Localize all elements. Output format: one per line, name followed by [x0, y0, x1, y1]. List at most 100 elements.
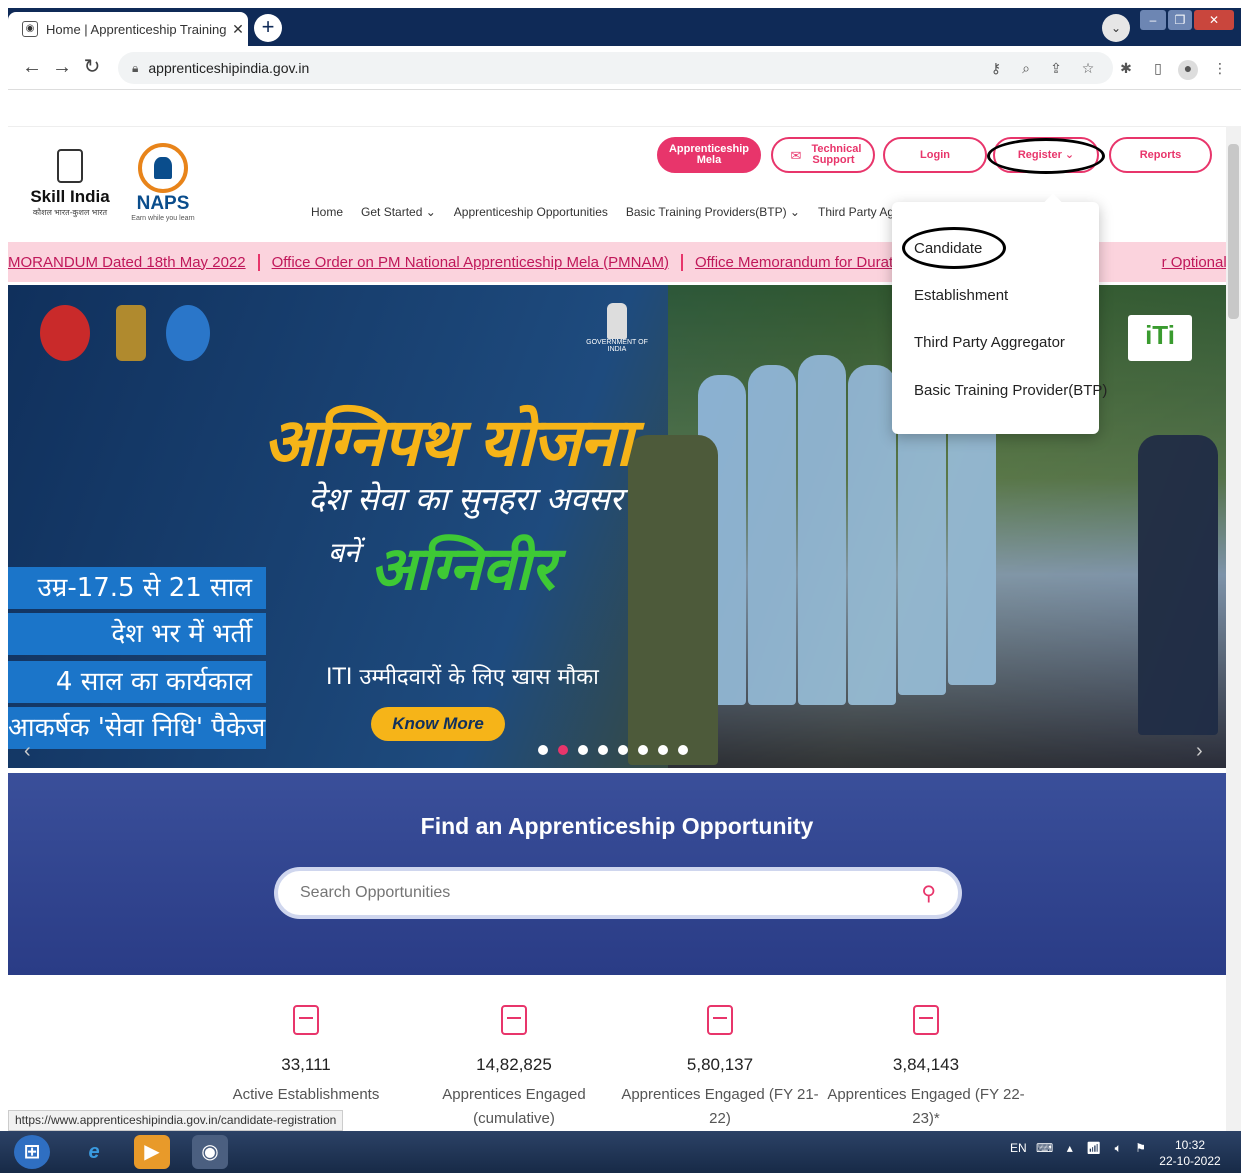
- profile-avatar-icon[interactable]: ●: [1178, 60, 1198, 80]
- mail-icon: ✉: [790, 147, 802, 163]
- search-box[interactable]: ⚲: [274, 867, 962, 919]
- know-more-button[interactable]: Know More: [371, 707, 505, 741]
- hero-info-bar: आकर्षक 'सेवा निधि' पैकेज: [8, 707, 266, 749]
- stat-value: 14,82,825: [476, 1055, 552, 1074]
- hero-title: अग्निपथ योजना: [263, 404, 632, 481]
- nav-apprenticeship-opportunities[interactable]: Apprenticeship Opportunities: [454, 205, 608, 219]
- commando-figure: [628, 435, 718, 765]
- carousel-dot[interactable]: [538, 745, 548, 755]
- extensions-puzzle-icon[interactable]: ✱: [1116, 60, 1136, 80]
- stat-value: 3,84,143: [892, 1055, 960, 1074]
- back-arrow-icon[interactable]: ←: [20, 56, 44, 80]
- document-icon: [293, 1005, 319, 1035]
- maximize-window-button[interactable]: ❐: [1168, 10, 1192, 30]
- reload-icon[interactable]: ↻: [80, 56, 104, 80]
- system-tray: EN ⌨ ▴ 📶︎ 🔈︎ ⚑: [1010, 1141, 1146, 1156]
- volume-icon[interactable]: 🔈︎: [1115, 1141, 1122, 1155]
- url-field[interactable]: 🔒︎ apprenticeshipindia.gov.in: [118, 52, 1113, 84]
- reports-button[interactable]: Reports: [1109, 137, 1212, 173]
- skill-india-logo[interactable]: Skill India कौशल भारत-कुशल भारत: [30, 149, 110, 229]
- side-panel-icon[interactable]: ▯: [1148, 60, 1168, 80]
- airforce-crest-icon: [166, 305, 210, 361]
- soldier-figure: [748, 365, 796, 705]
- naps-name: NAPS: [136, 193, 190, 214]
- network-signal-icon[interactable]: 📶︎: [1086, 1141, 1101, 1155]
- menu-item-basic-training-provider[interactable]: Basic Training Provider(BTP): [914, 382, 1107, 399]
- carousel-dot[interactable]: [638, 745, 648, 755]
- ticker-link[interactable]: MORANDUM Dated 18th May 2022: [8, 253, 260, 271]
- bookmark-star-icon[interactable]: ☆: [1078, 60, 1098, 80]
- carousel-dot[interactable]: [658, 745, 668, 755]
- scrollbar-thumb[interactable]: [1228, 144, 1239, 319]
- stat-label: Apprentices Engaged (cumulative): [442, 1086, 586, 1127]
- hero-iti-line: ITI उम्मीदवारों के लिए खास मौका: [326, 665, 599, 690]
- nav-third-party-aggregator[interactable]: Third Party Aggregato: [818, 205, 896, 219]
- carousel-dot[interactable]: [678, 745, 688, 755]
- keyboard-icon[interactable]: ⌨: [1036, 1141, 1053, 1155]
- language-indicator[interactable]: EN: [1010, 1141, 1027, 1155]
- nav-get-started[interactable]: Get Started ⌄: [361, 205, 436, 219]
- login-button[interactable]: Login: [883, 137, 987, 173]
- hero-bane: बनें: [328, 536, 360, 569]
- menu-item-third-party-aggregator[interactable]: Third Party Aggregator: [914, 334, 1065, 351]
- windows-taskbar: ⊞ e ▶ ◉ EN ⌨ ▴ 📶︎ 🔈︎ ⚑ 10:32 22-10-2022: [0, 1131, 1241, 1173]
- tab-close-icon[interactable]: ✕: [228, 21, 248, 38]
- technical-support-button[interactable]: ✉ Technical Support: [771, 137, 875, 173]
- browser-tab[interactable]: ◉ Home | Apprenticeship Training F ✕: [8, 12, 248, 46]
- carousel-prev-icon[interactable]: ‹: [24, 740, 31, 763]
- forward-arrow-icon[interactable]: →: [50, 56, 74, 80]
- nav-basic-training-providers[interactable]: Basic Training Providers(BTP) ⌄: [626, 205, 800, 219]
- apprenticeship-mela-button[interactable]: Apprenticeship Mela: [657, 137, 761, 173]
- hero-subtitle: देश सेवा का सुनहरा अवसर: [308, 480, 623, 518]
- hero-info-bar: 4 साल का कार्यकाल: [8, 661, 266, 703]
- tab-search-chevron-icon[interactable]: ⌄: [1102, 14, 1130, 42]
- register-highlight-circle: [987, 138, 1105, 174]
- lock-icon: 🔒︎: [132, 60, 139, 75]
- hero-info-bar: उम्र-17.5 से 21 साल: [8, 567, 266, 609]
- naps-tagline: Earn while you learn: [131, 215, 195, 222]
- start-button-icon[interactable]: ⊞: [14, 1135, 50, 1169]
- taskbar-clock[interactable]: 10:32 22-10-2022: [1150, 1137, 1230, 1169]
- search-input[interactable]: [300, 884, 922, 902]
- new-tab-button[interactable]: +: [254, 14, 282, 42]
- nav-home[interactable]: Home: [311, 205, 343, 219]
- search-title: Find an Apprenticeship Opportunity: [420, 813, 814, 839]
- ticker-link[interactable]: Office Order on PM National Apprenticesh…: [260, 253, 683, 271]
- technical-support-label: Technical Support: [811, 143, 862, 166]
- key-icon[interactable]: ⚷: [986, 60, 1006, 80]
- internet-explorer-icon[interactable]: e: [76, 1135, 112, 1169]
- stat-apprentices-fy22-23: 3,84,143 Apprentices Engaged (FY 22-23)*: [826, 1005, 1026, 1131]
- skill-india-name: Skill India: [30, 187, 110, 206]
- carousel-dot[interactable]: [578, 745, 588, 755]
- site-favicon-icon: ◉: [22, 21, 38, 37]
- zoom-icon[interactable]: ⌕: [1016, 60, 1036, 80]
- stat-label: Active Establishments: [232, 1086, 380, 1103]
- govt-emblem-text: GOVERNMENT OF INDIA: [586, 339, 648, 353]
- carousel-dot[interactable]: [598, 745, 608, 755]
- search-icon[interactable]: ⚲: [921, 881, 936, 906]
- stat-value: 5,80,137: [686, 1055, 754, 1074]
- hero-info-bar: देश भर में भर्ती: [8, 613, 266, 655]
- stat-label: Apprentices Engaged (FY 21-22): [621, 1086, 819, 1127]
- briefcase-icon: [913, 1005, 939, 1035]
- briefcase-icon: [707, 1005, 733, 1035]
- menu-item-establishment[interactable]: Establishment: [914, 287, 1008, 304]
- page-scrollbar[interactable]: [1226, 126, 1241, 1131]
- clock-time: 10:32: [1174, 1138, 1206, 1152]
- share-icon[interactable]: ⇪: [1046, 60, 1066, 80]
- chrome-icon[interactable]: ◉: [192, 1135, 228, 1169]
- media-player-icon[interactable]: ▶: [134, 1135, 170, 1169]
- carousel-next-icon[interactable]: ›: [1196, 740, 1203, 763]
- minimize-window-button[interactable]: –: [1140, 10, 1166, 30]
- skill-india-tagline: कौशल भारत-कुशल भारत: [32, 208, 108, 217]
- carousel-dot[interactable]: [558, 745, 568, 755]
- action-center-flag-icon[interactable]: ⚑: [1135, 1141, 1146, 1155]
- naps-logo[interactable]: NAPS Earn while you learn: [128, 139, 198, 229]
- browser-menu-icon[interactable]: ⋮: [1210, 60, 1230, 80]
- close-window-button[interactable]: ✕: [1194, 10, 1234, 30]
- carousel-dot[interactable]: [618, 745, 628, 755]
- address-bar-row: ← → ↻ 🔒︎ apprenticeshipindia.gov.in ⚷ ⌕ …: [8, 46, 1241, 90]
- show-hidden-icons-icon[interactable]: ▴: [1067, 1141, 1073, 1155]
- soldier-figure: [848, 365, 896, 705]
- ticker-link[interactable]: r Optional Trade: [1150, 254, 1226, 271]
